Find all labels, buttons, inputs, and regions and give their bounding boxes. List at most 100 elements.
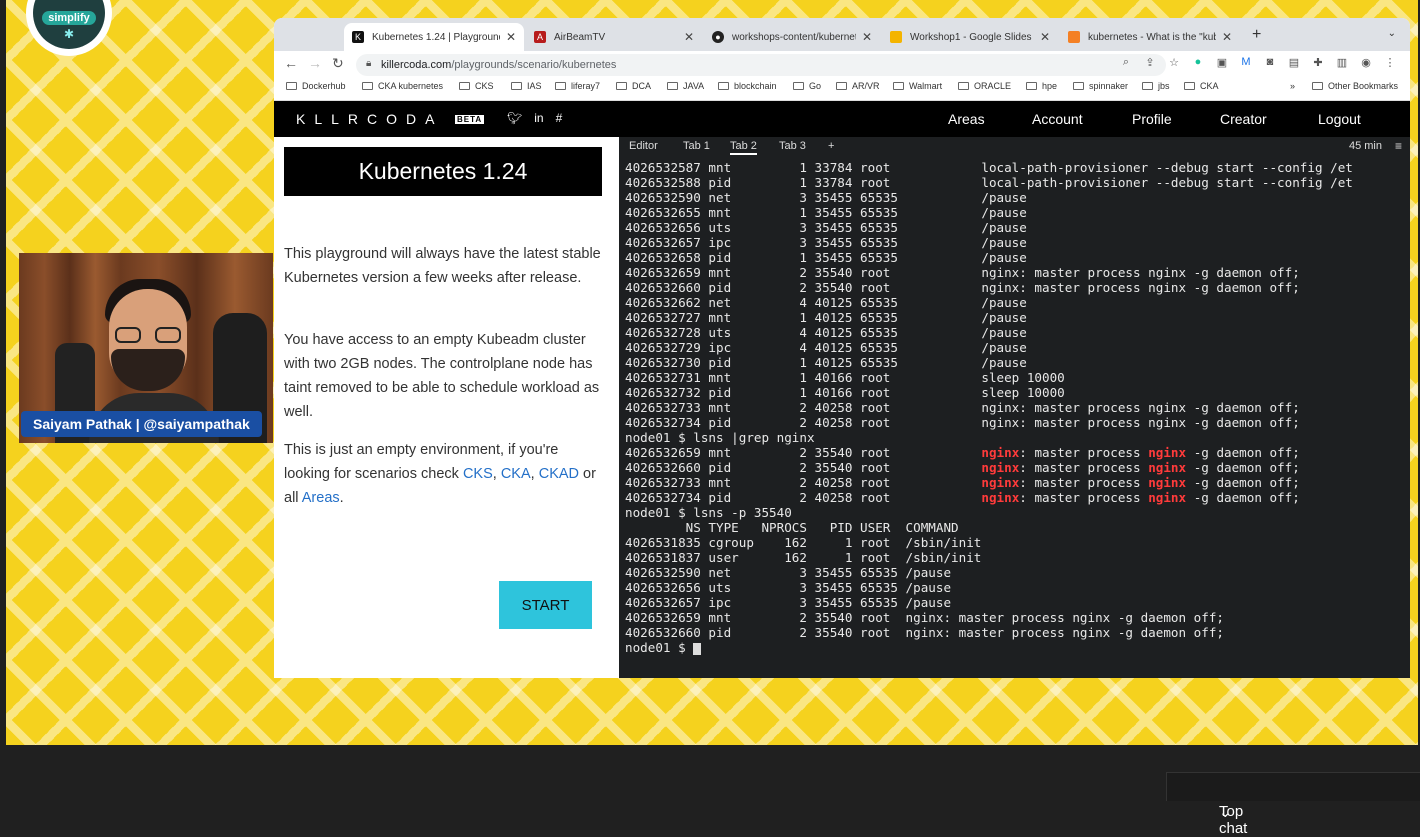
terminal-line: 4026531837 user 162 1 root /sbin/init <box>625 550 982 565</box>
terminal-line: 4026532727 mnt 1 40125 65535 /pause <box>625 310 1027 325</box>
terminal-line: 4026532659 mnt 2 35540 root nginx: maste… <box>625 265 1300 280</box>
terminal-line: 4026532734 pid 2 40258 root nginx: maste… <box>625 490 1300 505</box>
bookmark-item[interactable]: ORACLE <box>958 81 1011 91</box>
presenter-name: Saiyam Pathak | @saiyampathak <box>21 411 262 437</box>
close-icon[interactable]: ✕ <box>1222 30 1232 44</box>
bookmark-item[interactable]: Walmart <box>893 81 942 91</box>
bookmark-item[interactable]: blockchain <box>718 81 777 91</box>
bookmark-item[interactable]: hpe <box>1026 81 1057 91</box>
terminal-line: 4026532662 net 4 40125 65535 /pause <box>625 295 1027 310</box>
reload-icon[interactable]: ↻ <box>332 55 344 72</box>
slack-icon[interactable]: # <box>556 111 563 125</box>
terminal-panel[interactable]: Editor Tab 1 Tab 2 Tab 3 + 45 min ≡ 4026… <box>619 137 1410 678</box>
bookmark-item[interactable]: Go <box>793 81 821 91</box>
link-ckad[interactable]: CKAD <box>539 466 579 482</box>
terminal-line: 4026532734 pid 2 40258 root nginx: maste… <box>625 415 1300 430</box>
nav-creator[interactable]: Creator <box>1220 111 1267 127</box>
terminal-line: 4026532730 pid 1 40125 65535 /pause <box>625 355 1027 370</box>
browser-tab-github[interactable]: ● workshops-content/kubernete ✕ <box>704 23 880 51</box>
folder-icon <box>1184 82 1195 90</box>
bookmark-item[interactable]: spinnaker <box>1073 81 1128 91</box>
close-icon[interactable]: ✕ <box>684 30 694 44</box>
terminal-line: 4026532660 pid 2 35540 root nginx: maste… <box>625 625 1224 640</box>
back-icon[interactable]: ← <box>284 55 298 71</box>
chevron-down-icon[interactable]: ⌄ <box>1388 28 1396 39</box>
extension-icon[interactable]: ▣ <box>1215 56 1229 69</box>
close-icon[interactable]: ✕ <box>1040 30 1050 44</box>
tab-title: workshops-content/kubernete <box>732 31 856 43</box>
bookmark-item[interactable]: liferay7 <box>555 81 600 91</box>
bookmark-item[interactable]: CKA kubernetes <box>362 81 443 91</box>
bookmark-item[interactable]: AR/VR <box>836 81 880 91</box>
folder-icon <box>667 82 678 90</box>
other-bookmarks[interactable]: Other Bookmarks <box>1312 81 1398 91</box>
tab-title: Kubernetes 1.24 | Playgrounds <box>372 31 500 43</box>
nav-account[interactable]: Account <box>1032 111 1083 127</box>
terminal-line: 4026532660 pid 2 35540 root nginx: maste… <box>625 280 1300 295</box>
more-bookmarks-button[interactable]: » <box>1290 81 1295 91</box>
nav-logout[interactable]: Logout <box>1318 111 1361 127</box>
tab-2[interactable]: Tab 2 <box>730 140 757 155</box>
close-icon[interactable]: ✕ <box>862 30 872 44</box>
puzzle-icon[interactable]: ✚ <box>1311 56 1325 69</box>
nav-areas[interactable]: Areas <box>948 111 985 127</box>
start-button[interactable]: START <box>499 581 592 629</box>
scenario-title: Kubernetes 1.24 <box>284 147 602 196</box>
lock-icon: 🔒︎ <box>366 58 372 69</box>
tab-3[interactable]: Tab 3 <box>779 140 806 152</box>
site-header: KLLRCODA BETA 🐦︎ in # Areas Account Prof… <box>274 101 1410 137</box>
nav-profile[interactable]: Profile <box>1132 111 1172 127</box>
more-icon[interactable]: ⋮ <box>1383 56 1397 69</box>
menu-icon[interactable]: ≡ <box>1395 139 1402 153</box>
terminal-line: 4026532658 pid 1 35455 65535 /pause <box>625 250 1027 265</box>
add-tab-button[interactable]: + <box>828 140 834 152</box>
star-icon[interactable]: ☆ <box>1167 56 1181 69</box>
link-cka[interactable]: CKA <box>501 466 531 482</box>
airbeam-icon: A <box>534 31 546 43</box>
browser-tab-stackoverflow[interactable]: kubernetes - What is the "kube ✕ <box>1060 23 1240 51</box>
folder-icon <box>286 82 297 90</box>
grammarly-icon[interactable]: ● <box>1191 56 1205 69</box>
link-cks[interactable]: CKS <box>463 466 493 482</box>
url-input[interactable]: 🔒︎ killercoda.com/playgrounds/scenario/k… <box>356 54 1166 76</box>
bookmark-item[interactable]: Dockerhub <box>286 81 346 91</box>
folder-icon <box>616 82 627 90</box>
share-icon[interactable]: ⇪ <box>1143 56 1157 69</box>
site-logo[interactable]: KLLRCODA <box>296 111 443 127</box>
terminal-cursor <box>693 642 702 655</box>
close-icon[interactable]: ✕ <box>506 30 516 44</box>
tab-1[interactable]: Tab 1 <box>683 140 710 152</box>
bookmark-item[interactable]: JAVA <box>667 81 704 91</box>
new-tab-button[interactable]: + <box>1252 26 1261 44</box>
forward-icon[interactable]: → <box>308 55 322 71</box>
gmail-icon[interactable]: M <box>1239 56 1253 69</box>
zoom-icon[interactable]: ⌕ <box>1119 56 1133 69</box>
link-areas[interactable]: Areas <box>302 490 340 506</box>
social-links: 🐦︎ in # <box>507 111 562 125</box>
bookmark-item[interactable]: jbs <box>1142 81 1170 91</box>
avatar[interactable]: ◉ <box>1359 56 1373 69</box>
terminal-line: 4026532729 ipc 4 40125 65535 /pause <box>625 340 1027 355</box>
terminal-tabs: Editor Tab 1 Tab 2 Tab 3 + 45 min ≡ <box>619 137 1410 157</box>
terminal-output[interactable]: 4026532587 mnt 1 33784 root local-path-p… <box>625 160 1405 675</box>
sidebar-icon[interactable]: ▥ <box>1335 56 1349 69</box>
folder-icon <box>511 82 522 90</box>
bookmark-item[interactable]: IAS <box>511 81 542 91</box>
browser-tab-killercoda[interactable]: K Kubernetes 1.24 | Playgrounds ✕ <box>344 23 524 51</box>
terminal-line: 4026532660 pid 2 35540 root nginx: maste… <box>625 460 1300 475</box>
terminal-line: 4026532655 mnt 1 35455 65535 /pause <box>625 205 1027 220</box>
bookmark-item[interactable]: CKA <box>1184 81 1219 91</box>
linkedin-icon[interactable]: in <box>534 111 543 125</box>
folder-icon <box>893 82 904 90</box>
bookmark-item[interactable]: CKS <box>459 81 494 91</box>
tab-editor[interactable]: Editor <box>629 140 658 152</box>
browser-tab-airbeam[interactable]: A AirBeamTV ✕ <box>526 23 702 51</box>
tab-title: AirBeamTV <box>554 31 606 43</box>
bookmark-item[interactable]: DCA <box>616 81 651 91</box>
top-chat-selector[interactable]: Top chat ⌄ <box>1166 772 1420 837</box>
camera-icon[interactable]: ◙ <box>1263 56 1277 69</box>
browser-tab-slides[interactable]: Workshop1 - Google Slides ✕ <box>882 23 1058 51</box>
twitter-icon[interactable]: 🐦︎ <box>507 111 522 125</box>
extension-icon[interactable]: ▤ <box>1287 56 1301 69</box>
stack-icon <box>1068 31 1080 43</box>
